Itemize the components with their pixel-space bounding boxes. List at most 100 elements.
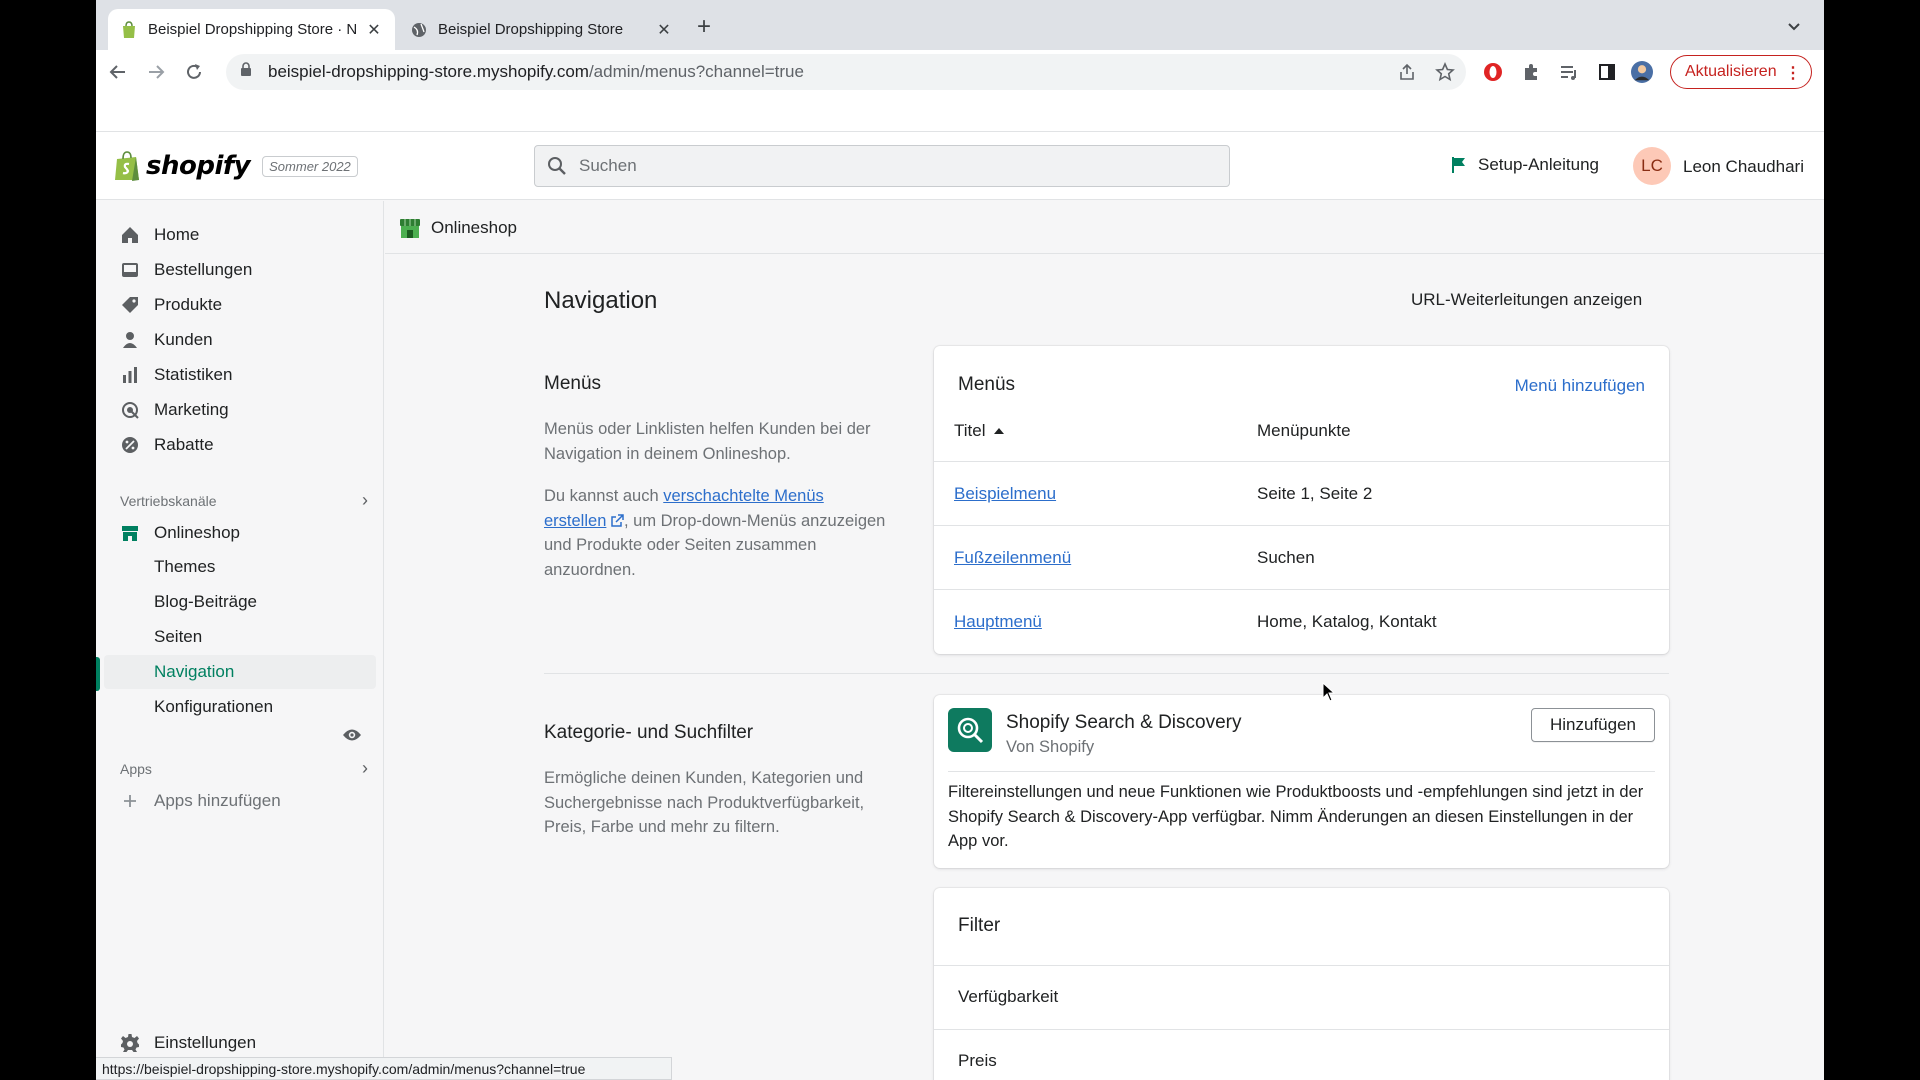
orders-icon (120, 260, 140, 280)
filter-section-description: Ermögliche deinen Kunden, Kategorien und… (544, 769, 865, 836)
sidebar-item-online-store[interactable]: Onlineshop (104, 516, 376, 550)
tab-close-icon[interactable]: ✕ (655, 21, 673, 39)
chevron-right-icon[interactable]: › (362, 758, 368, 779)
app-description: Filtereinstellungen und neue Funktionen … (948, 783, 1644, 850)
search-discovery-app-icon (948, 708, 992, 752)
section-divider (544, 673, 1669, 674)
sales-channels-heading[interactable]: Vertriebskanäle › (120, 490, 368, 511)
url-path: /admin/menus?channel=true (588, 62, 804, 81)
menu-title-link[interactable]: Beispielmenu (954, 484, 1056, 504)
reload-icon[interactable] (182, 60, 206, 84)
list-item[interactable]: Verfügbarkeit (934, 965, 1669, 1029)
bar-chart-icon (120, 365, 140, 385)
back-icon[interactable] (106, 60, 130, 84)
menus-card-title: Menüs (958, 374, 1016, 395)
table-row: Fußzeilenmenü Suchen (934, 525, 1669, 589)
lock-icon (240, 62, 256, 82)
address-bar[interactable]: beispiel-dropshipping-store.myshopify.co… (226, 54, 1466, 90)
menu-title-link[interactable]: Fußzeilenmenü (954, 548, 1071, 568)
menus-card: Menüs Menü hinzufügen Titel Menüpunkte B… (934, 346, 1669, 654)
card-divider (948, 771, 1655, 772)
sidebar-item-discounts[interactable]: Rabatte (104, 428, 376, 462)
search-icon (548, 157, 566, 175)
section-heading-label: Apps (120, 760, 152, 777)
new-tab-icon[interactable]: + (692, 15, 716, 40)
sidebar-item-orders[interactable]: Bestellungen (104, 253, 376, 287)
tab-search-chevron-icon[interactable] (1784, 16, 1804, 36)
opera-extension-icon[interactable] (1482, 61, 1504, 83)
link-status-bar: https://beispiel-dropshipping-store.mysh… (96, 1057, 672, 1080)
side-panel-icon[interactable] (1596, 61, 1618, 83)
url-host: beispiel-dropshipping-store.myshopify.co… (268, 62, 589, 81)
sidebar-item-label: Home (154, 225, 200, 244)
menu-title-link[interactable]: Hauptmenü (954, 612, 1042, 632)
chevron-right-icon[interactable]: › (362, 490, 368, 511)
channel-header: Onlineshop ••• (385, 201, 1824, 254)
add-app-button[interactable]: Hinzufügen (1531, 708, 1655, 742)
sidebar-subitem-navigation[interactable]: Navigation (104, 655, 376, 689)
list-item[interactable]: Preis (934, 1029, 1669, 1080)
sort-ascending-icon (993, 428, 1004, 434)
kebab-menu-icon[interactable]: ⋮ (1785, 63, 1801, 83)
sidebar-item-add-apps[interactable]: Apps hinzufügen (104, 784, 376, 818)
target-icon (120, 400, 140, 420)
extensions-puzzle-icon[interactable] (1520, 61, 1542, 83)
menus-section-description: Menüs oder Linklisten helfen Kunden bei … (544, 417, 889, 582)
share-icon[interactable] (1396, 61, 1418, 83)
flag-icon (1452, 157, 1465, 173)
external-link-icon[interactable] (611, 513, 624, 527)
menus-description-1: Menüs oder Linklisten helfen Kunden bei … (544, 420, 871, 463)
sidebar-item-label: Einstellungen (154, 1033, 257, 1052)
browser-tab-active[interactable]: Beispiel Dropshipping Store · N ✕ (108, 9, 395, 50)
sidebar-item-home[interactable]: Home (104, 218, 376, 252)
app-name: Shopify Search & Discovery (1006, 712, 1242, 733)
add-menu-link[interactable]: Menü hinzufügen (1515, 376, 1645, 396)
apps-heading[interactable]: Apps › (120, 758, 368, 779)
sidebar-subitem-pages[interactable]: Seiten (104, 620, 376, 654)
browser-tab[interactable]: Beispiel Dropshipping Store ✕ (398, 9, 685, 50)
search-input[interactable]: Suchen (534, 145, 1230, 187)
app-developer: Von Shopify (1006, 738, 1095, 756)
sidebar-item-label: Statistiken (154, 365, 233, 384)
gear-icon (120, 1033, 140, 1053)
browser-toolbar: beispiel-dropshipping-store.myshopify.co… (96, 50, 1824, 94)
column-header-title[interactable]: Titel (954, 421, 1004, 441)
table-row: Hauptmenü Home, Katalog, Kontakt (934, 589, 1669, 653)
desc-text: Du kannst auch (544, 487, 664, 505)
subitem-label: Seiten (154, 627, 203, 646)
eye-icon[interactable] (342, 727, 362, 743)
sidebar-subitem-preferences[interactable]: Konfigurationen (104, 690, 376, 724)
view-url-redirects-link[interactable]: URL-Weiterleitungen anzeigen (1411, 290, 1642, 310)
admin-topbar: shopify Sommer 2022 Suchen Setup-Anleitu… (96, 132, 1824, 200)
menu-items-cell: Seite 1, Seite 2 (1257, 484, 1373, 503)
sidebar-item-analytics[interactable]: Statistiken (104, 358, 376, 392)
table-row: Beispielmenu Seite 1, Seite 2 (934, 461, 1669, 525)
update-button[interactable]: Aktualisieren ⋮ (1670, 55, 1812, 89)
setup-guide-button[interactable]: Setup-Anleitung (1450, 155, 1599, 175)
tag-icon (120, 295, 140, 315)
sidebar-subitem-blog-posts[interactable]: Blog-Beiträge (104, 585, 376, 619)
bookmark-star-icon[interactable] (1434, 61, 1456, 83)
sidebar-item-customers[interactable]: Kunden (104, 323, 376, 357)
logo-wordmark: shopify (146, 151, 251, 181)
sidebar: Home Bestellungen Produkte Kunden Statis… (96, 201, 384, 1080)
sidebar-item-label: Bestellungen (154, 260, 253, 279)
avatar[interactable]: LC (1633, 147, 1671, 185)
shopify-bag-icon (115, 151, 139, 181)
media-queue-icon[interactable] (1558, 61, 1580, 83)
search-discovery-app-card: Shopify Search & Discovery Von Shopify H… (934, 695, 1669, 868)
tab-label: Beispiel Dropshipping Store · N (148, 21, 358, 38)
user-name[interactable]: Leon Chaudhari (1683, 157, 1804, 177)
forward-icon[interactable] (144, 60, 168, 84)
sidebar-item-products[interactable]: Produkte (104, 288, 376, 322)
active-indicator (96, 657, 100, 691)
sidebar-item-settings[interactable]: Einstellungen (104, 1026, 376, 1060)
section-heading-label: Vertriebskanäle (120, 492, 217, 509)
shopify-logo[interactable]: shopify Sommer 2022 (114, 150, 358, 182)
plus-icon (120, 791, 140, 811)
tab-close-icon[interactable]: ✕ (365, 21, 383, 39)
search-placeholder: Suchen (579, 156, 637, 175)
sidebar-item-marketing[interactable]: Marketing (104, 393, 376, 427)
profile-avatar-icon[interactable] (1631, 61, 1653, 83)
sidebar-subitem-themes[interactable]: Themes (104, 550, 376, 584)
